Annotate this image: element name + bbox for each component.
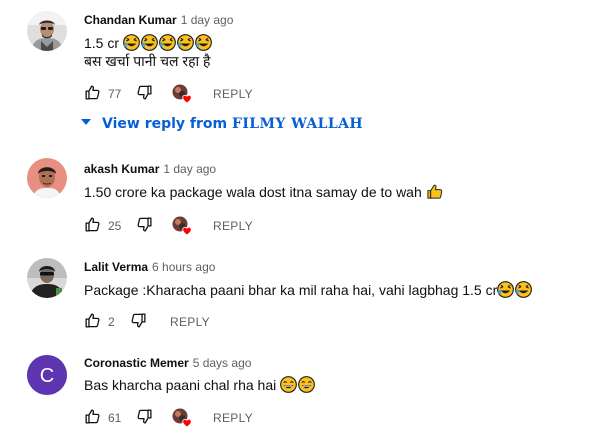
thumbs-up-icon <box>426 183 443 205</box>
laughing-face-icon <box>515 281 533 303</box>
dislike-icon[interactable] <box>130 312 147 334</box>
comment-time[interactable]: 5 days ago <box>193 356 252 370</box>
reply-button[interactable]: REPLY <box>213 87 253 101</box>
comment-time[interactable]: 6 hours ago <box>152 260 215 274</box>
comment-header: Lalit Verma 6 hours ago <box>84 260 215 274</box>
laughing-face-icon <box>497 281 515 303</box>
user-avatar-icon <box>27 11 67 51</box>
comment-text: 1.50 crore ka package wala dost itna sam… <box>84 182 444 205</box>
like-icon[interactable] <box>84 216 101 238</box>
creator-heart-icon <box>172 216 194 241</box>
grinning-face-icon <box>280 376 298 398</box>
comment-author[interactable]: Coronastic Memer <box>84 356 189 370</box>
dislike-icon[interactable] <box>136 408 153 430</box>
dislike-icon[interactable] <box>136 84 153 106</box>
comment-header: Chandan Kumar 1 day ago <box>84 13 233 27</box>
reply-button[interactable]: REPLY <box>213 411 253 425</box>
comment-text-line: बस खर्चा पानी चल रहा है <box>84 53 211 69</box>
dislike-icon[interactable] <box>136 216 153 238</box>
view-replies-from: FILMY WALLAH <box>232 116 363 132</box>
comment-author[interactable]: Chandan Kumar <box>84 13 177 27</box>
comment-item: C Coronastic Memer 5 days ago Bas kharcha… <box>0 344 602 439</box>
comment-header: akash Kumar 1 day ago <box>84 162 216 176</box>
user-avatar-icon <box>27 258 67 298</box>
comment-item: Lalit Verma 6 hours ago Package :Kharacha… <box>0 248 602 338</box>
like-count: 2 <box>108 315 115 329</box>
avatar[interactable]: C <box>27 355 67 395</box>
like-count: 61 <box>108 411 122 425</box>
view-replies-button[interactable]: View reply from FILMY WALLAH <box>80 114 363 132</box>
avatar[interactable] <box>27 258 67 298</box>
comment-text-line: 1.5 cr <box>84 35 120 51</box>
like-count: 77 <box>108 87 122 101</box>
like-icon[interactable] <box>84 312 101 334</box>
comment-author[interactable]: Lalit Verma <box>84 260 148 274</box>
comment-text-line: 1.50 crore ka package wala dost itna sam… <box>84 184 422 200</box>
letter-avatar-icon: C <box>27 355 67 395</box>
comment-author[interactable]: akash Kumar <box>84 162 159 176</box>
like-icon[interactable] <box>84 84 101 106</box>
creator-heart-icon <box>172 408 194 433</box>
like-count: 25 <box>108 219 122 233</box>
creator-heart-icon <box>172 84 194 109</box>
comment-text-line: Bas kharcha paani chal rha hai <box>84 377 277 393</box>
reply-button[interactable]: REPLY <box>170 315 210 329</box>
comment-header: Coronastic Memer 5 days ago <box>84 356 251 370</box>
comment-item: akash Kumar 1 day ago 1.50 crore ka packa… <box>0 150 602 240</box>
caret-down-icon <box>80 114 92 130</box>
comment-item: Chandan Kumar 1 day ago 1.5 cr बस खर्चा प… <box>0 0 602 110</box>
grinning-face-icon <box>298 376 316 398</box>
avatar[interactable] <box>27 11 67 51</box>
comment-text: Package :Kharacha paani bhar ka mil raha… <box>84 280 533 303</box>
comment-time[interactable]: 1 day ago <box>163 162 216 176</box>
view-replies-label: View reply from <box>102 116 228 132</box>
comment-text: Bas kharcha paani chal rha hai <box>84 375 316 398</box>
avatar-letter: C <box>40 365 54 387</box>
comment-time[interactable]: 1 day ago <box>181 13 234 27</box>
user-avatar-icon <box>27 158 67 198</box>
avatar[interactable] <box>27 158 67 198</box>
reply-button[interactable]: REPLY <box>213 219 253 233</box>
like-icon[interactable] <box>84 408 101 430</box>
comment-text-line: Package :Kharacha paani bhar ka mil raha… <box>84 282 498 298</box>
